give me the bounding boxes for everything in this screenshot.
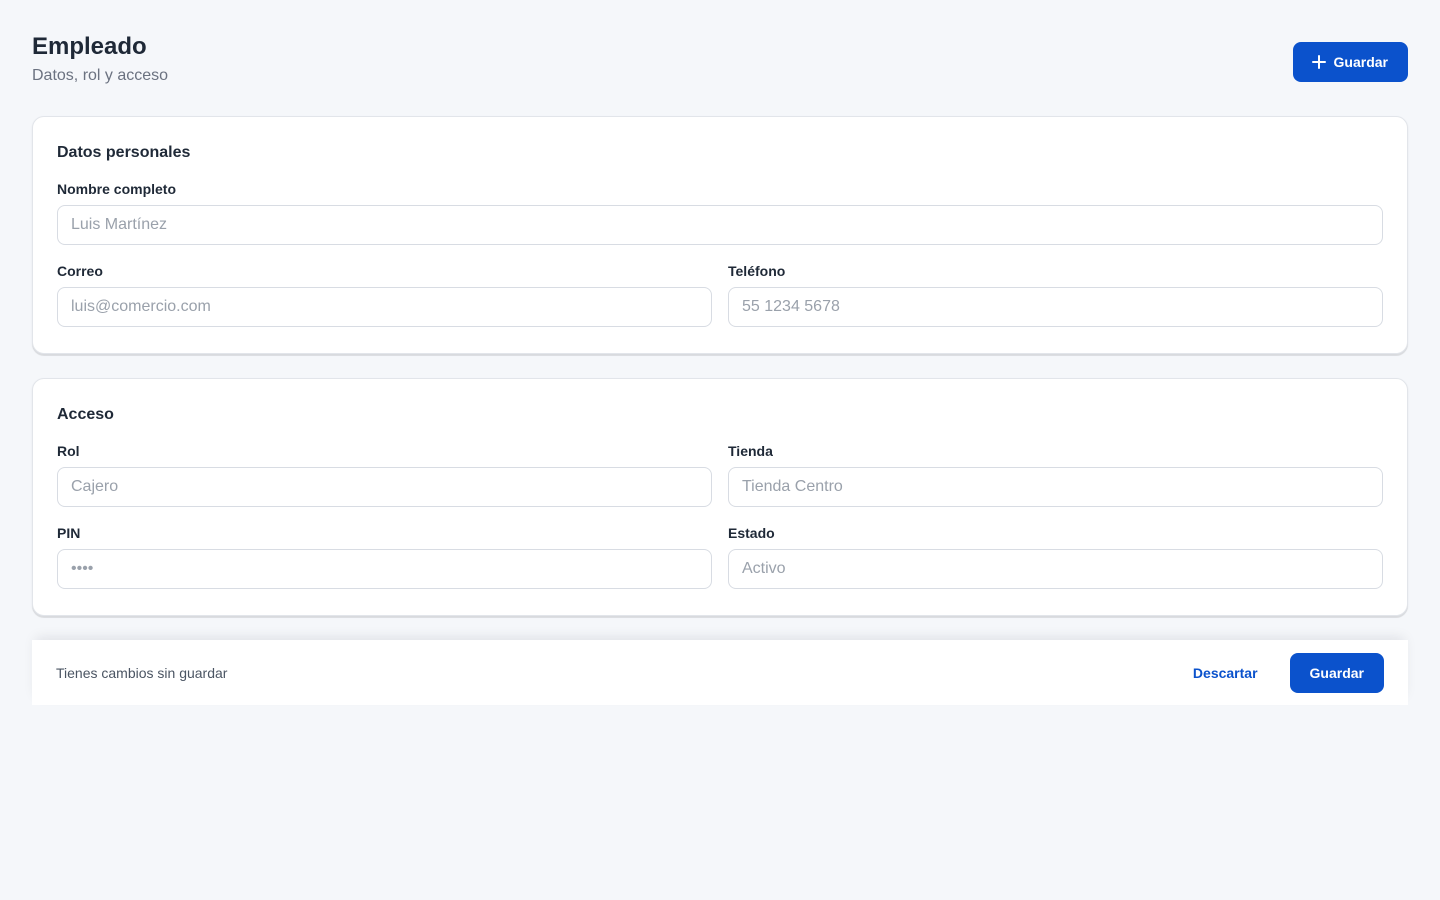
- plus-icon: [1311, 55, 1326, 69]
- phone-input[interactable]: [728, 287, 1383, 327]
- email-field: Correo: [57, 263, 712, 327]
- pin-label: PIN: [57, 525, 81, 541]
- access-card: Acceso Rol Tienda PIN Estado: [32, 378, 1408, 616]
- pin-field: PIN: [57, 525, 712, 589]
- email-input[interactable]: [57, 287, 712, 327]
- status-field: Estado: [728, 525, 1383, 589]
- personal-data-card: Datos personales Nombre completo Correo …: [32, 116, 1408, 354]
- page-header: Empleado Datos, rol y acceso Guardar: [32, 32, 1408, 86]
- unsaved-changes-message: Tienes cambios sin guardar: [56, 664, 228, 681]
- full-name-label: Nombre completo: [57, 181, 177, 197]
- footer-save-button[interactable]: Guardar: [1289, 652, 1384, 693]
- page-title: Empleado: [32, 33, 147, 60]
- store-field: Tienda: [728, 443, 1383, 507]
- header-save-label: Guardar: [1333, 54, 1388, 70]
- phone-field: Teléfono: [728, 263, 1383, 327]
- header-save-button[interactable]: Guardar: [1292, 42, 1408, 82]
- page-subtitle: Datos, rol y acceso: [32, 67, 169, 84]
- pin-input[interactable]: [57, 549, 712, 589]
- phone-label: Teléfono: [728, 263, 786, 279]
- store-label: Tienda: [728, 443, 773, 459]
- access-title: Acceso: [57, 406, 114, 423]
- email-label: Correo: [57, 263, 103, 279]
- footer-actions: Descartar Guardar: [1193, 652, 1384, 693]
- role-label: Rol: [57, 443, 80, 459]
- role-field: Rol: [57, 443, 712, 507]
- page-heading: Empleado Datos, rol y acceso: [32, 32, 168, 86]
- full-name-input[interactable]: [57, 205, 1383, 245]
- status-label: Estado: [728, 525, 775, 541]
- full-name-field: Nombre completo: [57, 181, 1383, 245]
- status-input[interactable]: [728, 549, 1383, 589]
- role-store-row: Rol Tienda: [57, 443, 1383, 507]
- contact-row: Correo Teléfono: [57, 263, 1383, 327]
- role-input[interactable]: [57, 467, 712, 507]
- store-input[interactable]: [728, 467, 1383, 507]
- employee-form-page: Empleado Datos, rol y acceso Guardar Dat…: [0, 0, 1440, 900]
- pin-status-row: PIN Estado: [57, 525, 1383, 589]
- discard-button[interactable]: Descartar: [1193, 665, 1258, 681]
- unsaved-changes-bar: Tienes cambios sin guardar Descartar Gua…: [32, 640, 1408, 705]
- personal-data-title: Datos personales: [57, 144, 191, 161]
